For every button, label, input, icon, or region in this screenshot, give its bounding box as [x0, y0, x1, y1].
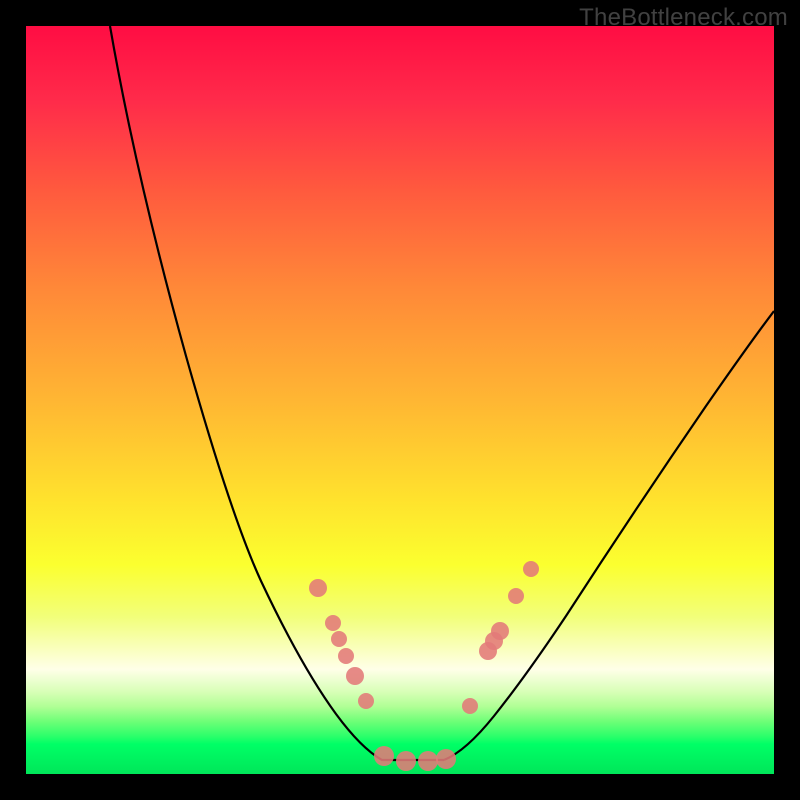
- data-point: [346, 667, 364, 685]
- data-point: [508, 588, 524, 604]
- data-point: [309, 579, 327, 597]
- data-point: [325, 615, 341, 631]
- marker-group: [309, 561, 539, 771]
- data-point: [418, 751, 438, 771]
- plot-area: [26, 26, 774, 774]
- data-point: [491, 622, 509, 640]
- data-point: [374, 746, 394, 766]
- chart-stage: TheBottleneck.com: [0, 0, 800, 800]
- data-point: [338, 648, 354, 664]
- curve-right: [444, 311, 774, 760]
- watermark-text: TheBottleneck.com: [579, 4, 788, 32]
- data-point: [523, 561, 539, 577]
- data-point: [358, 693, 374, 709]
- data-point: [396, 751, 416, 771]
- curve-layer: [26, 26, 774, 774]
- data-point: [436, 749, 456, 769]
- data-point: [331, 631, 347, 647]
- data-point: [462, 698, 478, 714]
